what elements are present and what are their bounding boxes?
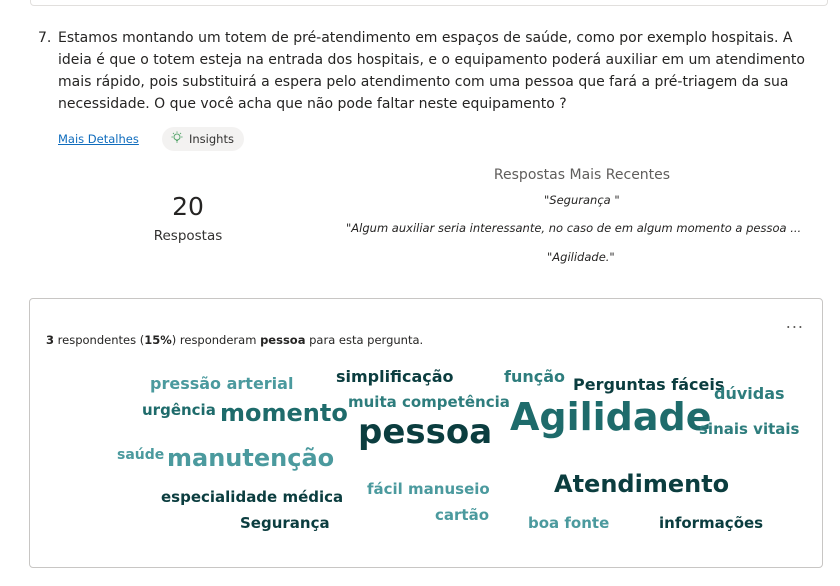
cloud-word[interactable]: especialidade médica [161, 488, 343, 506]
cloud-word[interactable]: pressão arterial [150, 374, 293, 393]
word-cloud-card: ... 3 respondentes (15%) responderam pes… [29, 298, 823, 568]
word-cloud: pressão arterial simplificação função Pe… [30, 299, 822, 567]
cloud-word[interactable]: função [504, 367, 565, 386]
question-block: 7. Estamos montando um totem de pré-aten… [38, 27, 818, 115]
question-number: 7. [38, 30, 52, 46]
recent-responses-title: Respostas Mais Recentes [493, 167, 671, 183]
insights-button[interactable]: Insights [162, 127, 244, 151]
cloud-word[interactable]: Atendimento [554, 470, 729, 498]
cloud-word[interactable]: informações [659, 514, 763, 532]
previous-card-edge [30, 0, 828, 6]
recent-response-1: "Segurança " [544, 193, 620, 207]
cloud-word[interactable]: Agilidade [510, 395, 712, 439]
cloud-word[interactable]: urgência [142, 401, 216, 419]
cloud-word[interactable]: fácil manuseio [367, 480, 490, 498]
response-count: 20 [172, 192, 204, 221]
cloud-word[interactable]: Segurança [240, 514, 330, 532]
lightbulb-icon [170, 131, 184, 148]
cloud-word[interactable]: momento [220, 399, 348, 427]
cloud-word[interactable]: Perguntas fáceis [573, 375, 724, 394]
cloud-word[interactable]: boa fonte [528, 514, 609, 532]
question-text: Estamos montando um totem de pré-atendim… [58, 30, 805, 112]
cloud-word[interactable]: manutenção [167, 444, 334, 472]
cloud-word[interactable]: sinais vitais [699, 420, 799, 438]
response-count-label: Respostas [153, 228, 223, 244]
insights-label: Insights [189, 132, 234, 146]
details-link[interactable]: Mais Detalhes [58, 132, 139, 146]
recent-response-3: "Agilidade." [547, 250, 615, 264]
cloud-word[interactable]: saúde [117, 447, 164, 463]
cloud-word[interactable]: dúvidas [714, 384, 785, 403]
recent-response-2: "Algum auxiliar seria interessante, no c… [346, 221, 802, 235]
cloud-word[interactable]: muita competência [348, 393, 510, 411]
cloud-word[interactable]: cartão [435, 506, 489, 524]
cloud-word[interactable]: simplificação [336, 367, 454, 386]
cloud-word[interactable]: pessoa [358, 412, 492, 452]
